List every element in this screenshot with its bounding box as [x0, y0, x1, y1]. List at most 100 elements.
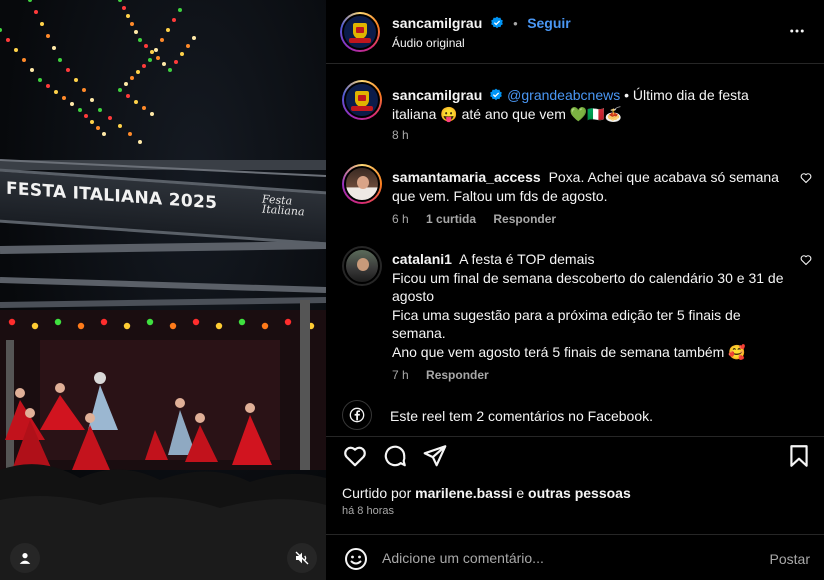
light-bulb [98, 108, 102, 112]
reel-video[interactable]: FESTA ITALIANA 2025 Festa Italiana [0, 0, 326, 580]
light-bulb [28, 0, 32, 2]
light-bulb [174, 60, 178, 64]
light-bulb [160, 38, 164, 42]
comment-username[interactable]: samantamaria_access [392, 169, 541, 185]
stage-light [100, 318, 108, 326]
caption-text: sancamilgrau @grandeabcnews • Último dia… [392, 86, 797, 123]
comment-line-2: Ficou um final de semana descoberto do c… [392, 269, 784, 305]
stage-scene [0, 0, 326, 580]
comment-like-icon[interactable] [800, 172, 812, 184]
post-time: há 8 horas [342, 505, 394, 517]
light-bulb [102, 132, 106, 136]
comment-time: 7 h [392, 368, 409, 382]
stage-light [77, 322, 85, 330]
caption-avatar[interactable] [342, 80, 382, 120]
send-icon[interactable] [422, 443, 448, 469]
light-bulb [82, 88, 86, 92]
light-bulb [162, 62, 166, 66]
liked-by: Curtido por marilene.bassi e outras pess… [342, 485, 631, 501]
facebook-note-text: Este reel tem 2 comentários no Facebook. [390, 408, 654, 424]
caption-meta: 8 h [392, 128, 423, 142]
light-bulb [58, 58, 62, 62]
bookmark-icon[interactable] [786, 443, 812, 469]
stage-light [284, 318, 292, 326]
muted-speaker-icon [295, 551, 309, 565]
comment-username[interactable]: catalani1 [392, 251, 452, 267]
comment-input[interactable] [382, 547, 742, 569]
light-bulb [192, 36, 196, 40]
light-bulb [150, 112, 154, 116]
person-icon [19, 553, 31, 564]
liked-by-others[interactable]: outras pessoas [528, 485, 631, 501]
light-bulb [144, 44, 148, 48]
light-bulb [134, 30, 138, 34]
light-bulb [108, 116, 112, 120]
reply-button[interactable]: Responder [493, 212, 556, 226]
header-line: sancamilgrau • Seguir [392, 15, 571, 33]
light-bulb [46, 84, 50, 88]
add-comment-bar: Postar [326, 534, 824, 580]
stage-light [54, 318, 62, 326]
light-bulb [154, 48, 158, 52]
caption-username[interactable]: sancamilgrau [392, 87, 482, 103]
more-options-icon[interactable] [788, 22, 806, 40]
banner-logo: Festa Italiana [262, 193, 305, 219]
emoji-icon[interactable] [344, 547, 368, 571]
stage-light [123, 322, 131, 330]
comments-list[interactable]: sancamilgrau @grandeabcnews • Último dia… [326, 64, 824, 436]
comment-avatar[interactable] [342, 164, 382, 204]
original-audio-link[interactable]: Áudio original [392, 36, 465, 50]
stage-light [238, 318, 246, 326]
comment-text: catalani1 A festa é TOP demais Ficou um … [392, 250, 797, 361]
banner-logo-line2: Italiana [262, 202, 305, 219]
light-bulb [124, 82, 128, 86]
follow-button[interactable]: Seguir [527, 15, 571, 31]
comment-likes[interactable]: 1 curtida [426, 212, 476, 226]
light-bulb [150, 50, 154, 54]
comment-meta: 7 h Responder [392, 368, 503, 382]
stage-light [8, 318, 16, 326]
comment-icon[interactable] [382, 443, 408, 469]
caption-time: 8 h [392, 128, 409, 142]
light-bulb [54, 90, 58, 94]
facebook-icon [342, 400, 372, 430]
light-bulb [172, 18, 176, 22]
comment-line-1: A festa é TOP demais [459, 251, 595, 267]
light-bulb [128, 132, 132, 136]
light-bulb [122, 6, 126, 10]
light-bulb [148, 58, 152, 62]
author-avatar-image [342, 14, 378, 50]
light-bulb [126, 14, 130, 18]
light-bulb [138, 140, 142, 144]
light-bulb [78, 108, 82, 112]
author-avatar[interactable] [340, 12, 380, 52]
liked-by-user[interactable]: marilene.bassi [415, 485, 512, 501]
light-bulb [180, 52, 184, 56]
reply-button[interactable]: Responder [426, 368, 489, 382]
post-button[interactable]: Postar [770, 551, 810, 567]
comment-line-3: Fica uma sugestão para a próxima edição … [392, 306, 741, 342]
tagged-users-button[interactable] [10, 543, 40, 573]
post-header: sancamilgrau • Seguir Áudio original [326, 0, 824, 64]
light-bulb [118, 88, 122, 92]
comment-text: samantamaria_access Poxa. Achei que acab… [392, 168, 797, 205]
caption-mention[interactable]: @grandeabcnews [507, 87, 620, 103]
light-bulb [126, 94, 130, 98]
light-bulb [130, 76, 134, 80]
light-bulb [186, 44, 190, 48]
facebook-comments-note[interactable]: Este reel tem 2 comentários no Facebook. [342, 400, 812, 430]
light-bulb [0, 28, 2, 32]
heart-icon[interactable] [342, 443, 368, 469]
comment-meta: 6 h 1 curtida Responder [392, 212, 570, 226]
author-username[interactable]: sancamilgrau [392, 15, 482, 31]
light-bulb [142, 64, 146, 68]
separator-dot: • [513, 16, 518, 31]
comment-like-icon[interactable] [800, 254, 812, 266]
light-bulb [62, 96, 66, 100]
light-bulb [156, 56, 160, 60]
comment-avatar[interactable] [342, 246, 382, 286]
light-bulb [34, 10, 38, 14]
mute-button[interactable] [287, 543, 317, 573]
light-bulb [40, 22, 44, 26]
light-bulb [178, 8, 182, 12]
